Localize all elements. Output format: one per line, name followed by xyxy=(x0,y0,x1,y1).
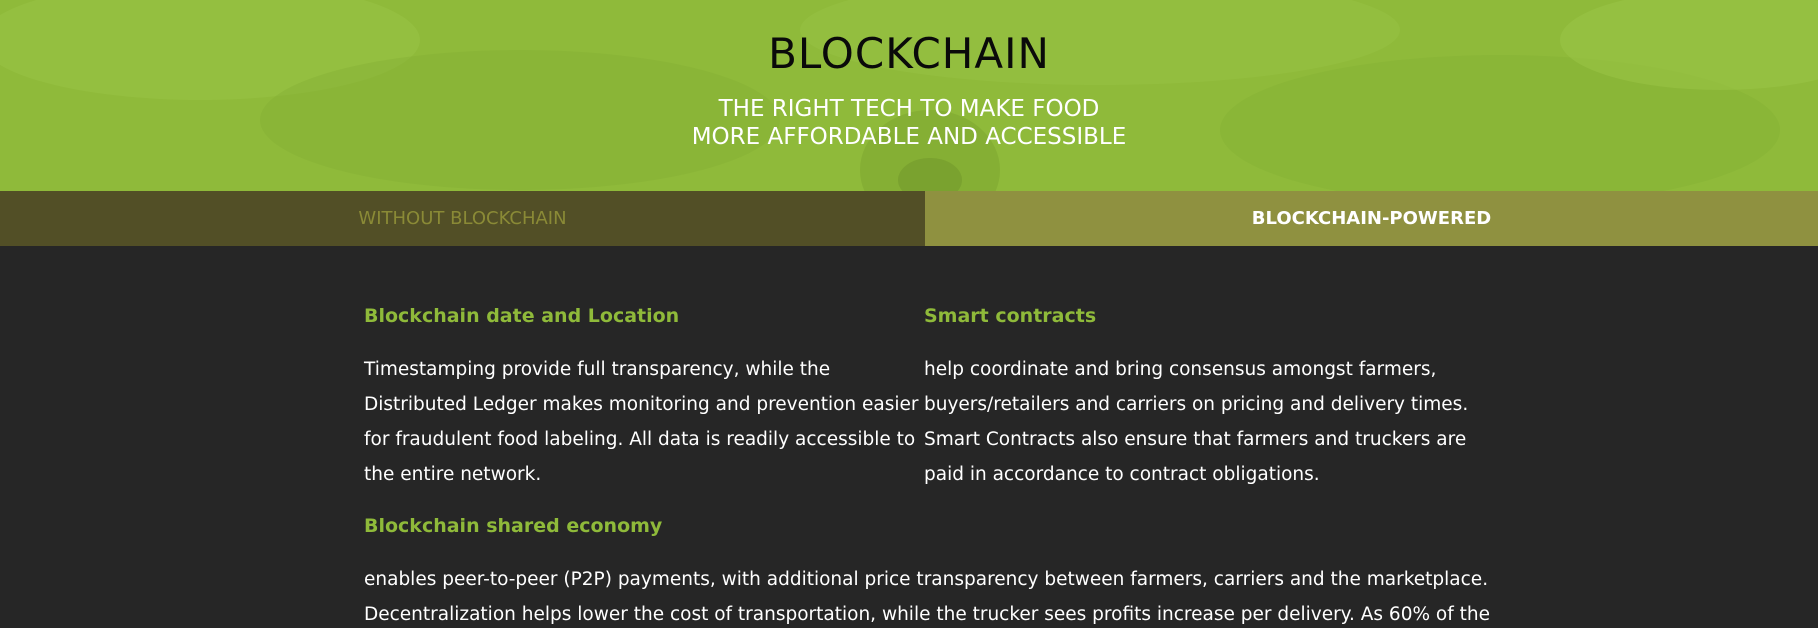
section-paragraph: help coordinate and bring consensus amon… xyxy=(924,352,1469,492)
section-heading: Blockchain shared economy xyxy=(364,515,663,537)
paragraph-line: Decentralization helps lower the cost of… xyxy=(364,604,1490,625)
paragraph-line: the entire network. xyxy=(364,464,542,485)
paragraph-line: for fraudulent food labeling. All data i… xyxy=(364,429,916,450)
section-shared-economy: Blockchain shared economy enables peer-t… xyxy=(364,510,1490,628)
section-smart-contracts: Smart contracts help coordinate and brin… xyxy=(924,300,1469,492)
hero-subtitle-line-2: MORE AFFORDABLE AND ACCESSIBLE xyxy=(691,124,1127,150)
hero-title: BLOCKCHAIN xyxy=(768,29,1050,78)
tab-blockchain-powered[interactable]: BLOCKCHAIN-POWERED xyxy=(925,191,1818,246)
paragraph-line: buyers/retailers and carriers on pricing… xyxy=(924,394,1469,415)
paragraph-line: enables peer-to-peer (P2P) payments, wit… xyxy=(364,569,1489,590)
paragraph-line: Distributed Ledger makes monitoring and … xyxy=(364,394,919,415)
tab-bar: WITHOUT BLOCKCHAIN BLOCKCHAIN-POWERED xyxy=(0,191,1818,246)
section-paragraph: enables peer-to-peer (P2P) payments, wit… xyxy=(364,562,1490,628)
hero-subtitle-line-1: THE RIGHT TECH TO MAKE FOOD xyxy=(718,96,1100,122)
section-date-location: Blockchain date and Location Timestampin… xyxy=(364,300,919,492)
hero-banner: BLOCKCHAIN THE RIGHT TECH TO MAKE FOOD M… xyxy=(0,0,1818,191)
section-heading: Blockchain date and Location xyxy=(364,305,680,327)
paragraph-line: help coordinate and bring consensus amon… xyxy=(924,359,1437,380)
page: BLOCKCHAIN THE RIGHT TECH TO MAKE FOOD M… xyxy=(0,0,1818,628)
tab-without-blockchain[interactable]: WITHOUT BLOCKCHAIN xyxy=(0,191,925,246)
paragraph-line: Smart Contracts also ensure that farmers… xyxy=(924,429,1467,450)
section-paragraph: Timestamping provide full transparency, … xyxy=(364,352,919,492)
paragraph-line: paid in accordance to contract obligatio… xyxy=(924,464,1320,485)
hero-subtitle: THE RIGHT TECH TO MAKE FOOD MORE AFFORDA… xyxy=(0,95,1818,151)
paragraph-line: Timestamping provide full transparency, … xyxy=(364,359,831,380)
section-heading: Smart contracts xyxy=(924,305,1097,327)
